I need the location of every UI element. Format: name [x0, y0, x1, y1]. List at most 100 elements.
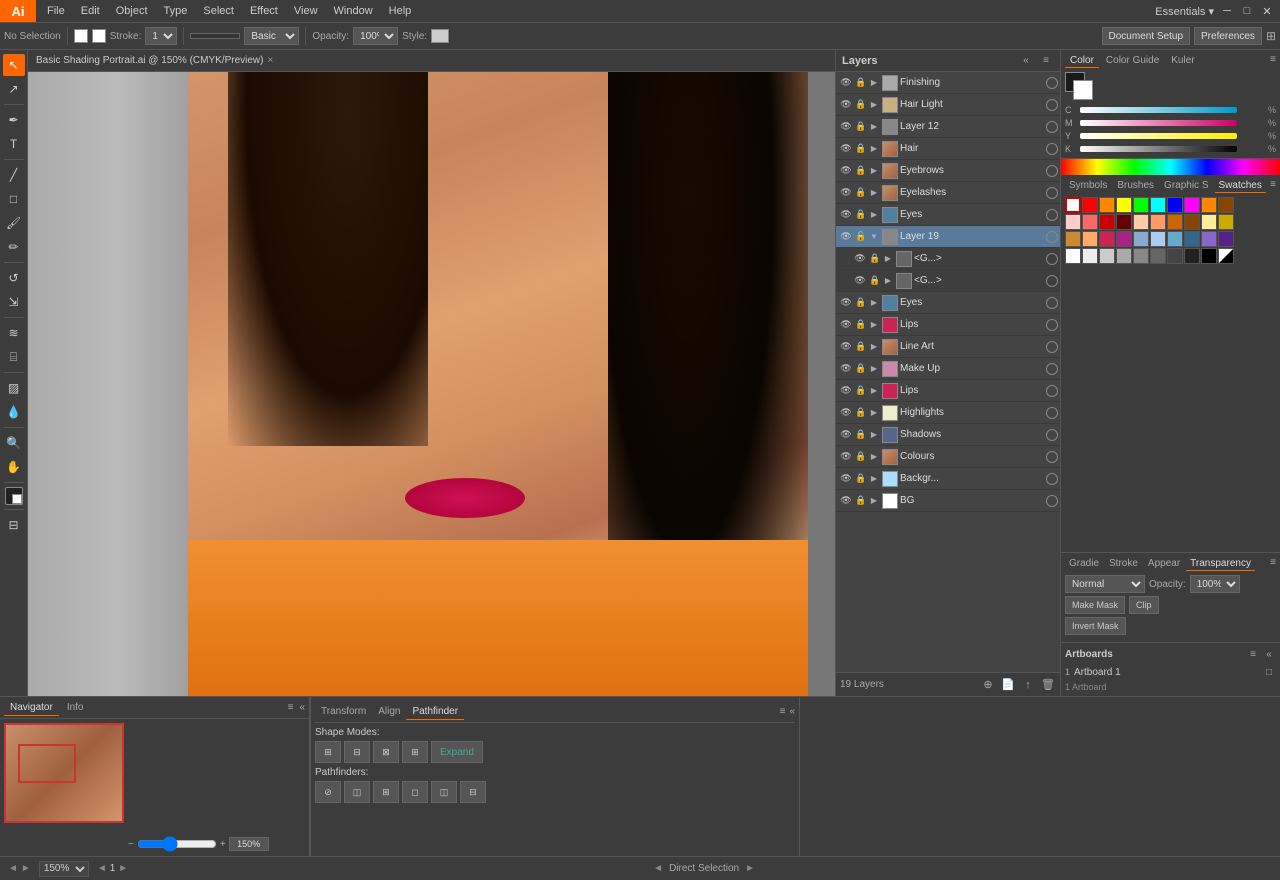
edit-artboard-button[interactable]: □ — [1262, 665, 1276, 679]
swatch-cell[interactable] — [1218, 214, 1234, 230]
layer-visibility-toggle[interactable]: 👁 — [838, 75, 854, 91]
collapse-artboards-button[interactable]: « — [1262, 647, 1276, 661]
menu-select[interactable]: Select — [196, 3, 241, 19]
layer-row[interactable]: 👁 🔒 ▶ Line Art — [836, 336, 1060, 358]
layer-lock-toggle[interactable]: 🔒 — [854, 296, 868, 310]
navigator-menu-button[interactable]: ≡ — [288, 702, 294, 713]
layers-list[interactable]: 👁 🔒 ▶ Finishing 👁 🔒 ▶ Hair Light 👁 🔒 — [836, 72, 1060, 672]
clip-button[interactable]: Clip — [1129, 596, 1159, 614]
layer-row[interactable]: 👁 🔒 ▶ <G...> — [836, 270, 1060, 292]
layer-row[interactable]: 👁 🔒 ▶ Highlights — [836, 402, 1060, 424]
layer-color-indicator[interactable] — [1046, 209, 1058, 221]
layer-expand-button[interactable]: ▶ — [868, 121, 880, 133]
layer-row[interactable]: 👁 🔒 ▶ <G...> — [836, 248, 1060, 270]
layer-visibility-toggle[interactable]: 👁 — [838, 185, 854, 201]
layer-expand-button[interactable]: ▶ — [868, 429, 880, 441]
layer-lock-toggle[interactable]: 🔒 — [854, 340, 868, 354]
delete-layer-button[interactable]: 🗑 — [1040, 677, 1056, 693]
transparency-menu-button[interactable]: ≡ — [1270, 557, 1276, 571]
layer-visibility-toggle[interactable]: 👁 — [838, 449, 854, 465]
layer-color-indicator[interactable] — [1046, 341, 1058, 353]
layer-color-indicator[interactable] — [1046, 143, 1058, 155]
close-button[interactable]: ✕ — [1260, 4, 1274, 18]
menu-object[interactable]: Object — [109, 3, 155, 19]
layer-visibility-toggle[interactable]: 👁 — [838, 229, 854, 245]
color-tab-guide[interactable]: Color Guide — [1101, 54, 1164, 68]
layer-lock-toggle[interactable]: 🔒 — [854, 76, 868, 90]
layer-row[interactable]: 👁 🔒 ▶ Finishing — [836, 72, 1060, 94]
swatch-cell[interactable] — [1116, 248, 1132, 264]
blend-mode-select[interactable]: Normal — [1065, 575, 1145, 593]
swatch-cell[interactable] — [1201, 231, 1217, 247]
arrow-nav-prev[interactable]: ◄ — [653, 863, 663, 874]
color-gradient-bar[interactable] — [1061, 159, 1280, 175]
minimize-button[interactable]: ─ — [1220, 4, 1234, 18]
free-transform-tool[interactable]: ⌸ — [3, 346, 25, 368]
swatch-cell[interactable] — [1116, 214, 1132, 230]
canvas-tab-close[interactable]: × — [267, 55, 273, 66]
arrow-nav-next[interactable]: ► — [745, 863, 755, 874]
tab-transparency[interactable]: Transparency — [1186, 557, 1255, 571]
layer-color-indicator[interactable] — [1046, 275, 1058, 287]
intersect-button[interactable]: ⊠ — [373, 741, 399, 763]
basic-select[interactable]: Basic — [244, 27, 299, 45]
canvas-content[interactable] — [28, 72, 835, 696]
layer-lock-toggle[interactable]: 🔒 — [854, 450, 868, 464]
layer-color-indicator[interactable] — [1046, 297, 1058, 309]
layer-color-indicator[interactable] — [1046, 319, 1058, 331]
layer-lock-toggle[interactable]: 🔒 — [854, 472, 868, 486]
layer-color-indicator[interactable] — [1046, 77, 1058, 89]
artboard-next-icon[interactable]: ► — [118, 863, 128, 874]
arrow-right-icon[interactable]: ► — [21, 863, 31, 874]
layer-row[interactable]: 👁 🔒 ▶ Eyebrows — [836, 160, 1060, 182]
screen-mode-btn[interactable]: ⊟ — [3, 514, 25, 536]
line-tool[interactable]: ╱ — [3, 164, 25, 186]
layer-row[interactable]: 👁 🔒 ▶ Colours — [836, 446, 1060, 468]
layer-expand-button[interactable]: ▶ — [868, 451, 880, 463]
layer-color-indicator[interactable] — [1046, 407, 1058, 419]
swatch-cell[interactable] — [1133, 248, 1149, 264]
swatch-cell[interactable] — [1065, 214, 1081, 230]
layer-lock-toggle[interactable]: 🔒 — [854, 142, 868, 156]
preferences-button[interactable]: Preferences — [1194, 27, 1262, 45]
artboard-prev-icon[interactable]: ◄ — [97, 863, 107, 874]
layer-lock-toggle[interactable]: 🔓 — [854, 230, 868, 244]
layer-visibility-toggle[interactable]: 👁 — [838, 471, 854, 487]
layer-lock-toggle[interactable]: 🔒 — [854, 384, 868, 398]
layer-color-indicator[interactable] — [1046, 187, 1058, 199]
layer-row[interactable]: 👁 🔒 ▶ Hair Light — [836, 94, 1060, 116]
layer-color-indicator[interactable] — [1046, 495, 1058, 507]
layer-row[interactable]: 👁 🔒 ▶ Backgr... — [836, 468, 1060, 490]
transparency-opacity-select[interactable]: 100% — [1190, 575, 1240, 593]
layer-color-indicator[interactable] — [1046, 473, 1058, 485]
layer-visibility-toggle[interactable]: 👁 — [838, 141, 854, 157]
swatch-cell[interactable] — [1065, 197, 1081, 213]
tab-navigator[interactable]: Navigator — [4, 700, 59, 716]
layer-row[interactable]: 👁 🔒 ▶ BG — [836, 490, 1060, 512]
swatch-cell[interactable] — [1065, 231, 1081, 247]
color-tab-kuler[interactable]: Kuler — [1166, 54, 1199, 68]
swatch-cell[interactable] — [1082, 197, 1098, 213]
select-tool[interactable]: ↖ — [3, 54, 25, 76]
swatch-cell[interactable] — [1167, 214, 1183, 230]
rotate-tool[interactable]: ↺ — [3, 267, 25, 289]
swatch-cell[interactable] — [1201, 214, 1217, 230]
tab-info[interactable]: Info — [61, 700, 90, 715]
layer-visibility-toggle[interactable]: 👁 — [838, 427, 854, 443]
layer-expand-button[interactable]: ▶ — [882, 275, 894, 287]
artboard-menu-button[interactable]: ≡ — [1246, 647, 1260, 661]
layer-color-indicator[interactable] — [1046, 165, 1058, 177]
color-m-slider[interactable] — [1080, 120, 1237, 126]
swatch-cell[interactable] — [1184, 231, 1200, 247]
layer-lock-toggle[interactable]: 🔒 — [854, 120, 868, 134]
swatch-tab-swatches[interactable]: Swatches — [1215, 179, 1266, 193]
minus-back-button[interactable]: ⊟ — [460, 781, 486, 803]
swatch-cell[interactable] — [1201, 248, 1217, 264]
layer-row[interactable]: 👁 🔒 ▶ Eyes — [836, 204, 1060, 226]
swatch-cell[interactable] — [1167, 248, 1183, 264]
tab-pathfinder[interactable]: Pathfinder — [406, 704, 464, 720]
layer-color-indicator[interactable] — [1046, 253, 1058, 265]
direct-select-tool[interactable]: ↗ — [3, 78, 25, 100]
swatch-cell[interactable] — [1150, 197, 1166, 213]
layer-visibility-toggle[interactable]: 👁 — [838, 119, 854, 135]
